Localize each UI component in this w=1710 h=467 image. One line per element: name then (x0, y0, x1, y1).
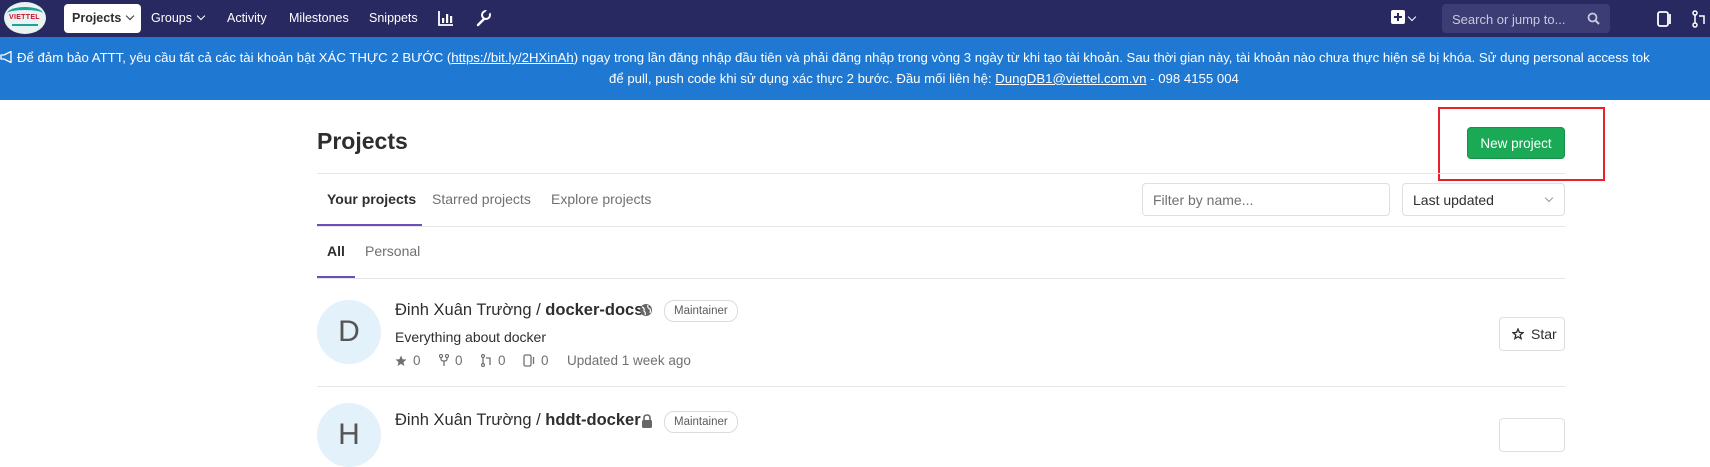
banner-text-2b: - 098 4155 004 (1146, 71, 1239, 86)
plus-square-icon (1391, 10, 1405, 24)
banner-text-2a: để pull, push code khi sử dụng xác thực … (609, 71, 996, 86)
project-avatar[interactable]: H (317, 403, 381, 467)
megaphone-icon (0, 50, 12, 64)
sort-selected-value: Last updated (1413, 192, 1494, 208)
forks-count[interactable]: 0 (438, 353, 463, 368)
banner-email-link[interactable]: DungDB1@viettel.com.vn (995, 71, 1146, 86)
nav-projects-dropdown[interactable]: Projects (64, 4, 142, 33)
wrench-icon[interactable] (474, 8, 492, 28)
top-navbar: VIETTEL Projects Groups Activity Milesto… (0, 0, 1710, 37)
nav-groups-dropdown[interactable]: Groups (151, 4, 206, 33)
banner-line-1: Để đảm bảo ATTT, yêu cầu tất cả các tài … (0, 47, 1650, 68)
project-namespace: Đinh Xuân Trường / (395, 301, 546, 319)
chart-icon[interactable] (437, 8, 455, 28)
lock-icon (642, 414, 652, 428)
star-button-label: Star (1531, 326, 1557, 342)
chevron-down-icon (126, 11, 135, 21)
nav-snippets[interactable]: Snippets (369, 4, 418, 33)
filter-by-name-input[interactable] (1142, 183, 1390, 216)
new-item-dropdown[interactable] (1391, 10, 1419, 28)
project-name: hddt-docker (545, 411, 641, 429)
security-broadcast-banner: Để đảm bảo ATTT, yêu cầu tất cả các tài … (0, 37, 1710, 100)
project-title-link[interactable]: Đinh Xuân Trường / hddt-docker (395, 411, 641, 430)
divider (317, 226, 1565, 227)
tab-explore-projects[interactable]: Explore projects (551, 191, 651, 207)
page-title: Projects (317, 128, 408, 154)
global-search[interactable] (1442, 4, 1610, 35)
role-badge: Maintainer (664, 411, 738, 433)
subtab-all[interactable]: All (327, 243, 345, 259)
project-avatar[interactable]: D (317, 300, 381, 364)
stars-count[interactable]: 0 (395, 353, 421, 368)
issues-icon[interactable] (1657, 11, 1673, 27)
star-outline-icon (1512, 328, 1524, 340)
annotation-highlight-box (1438, 107, 1605, 181)
sort-dropdown[interactable]: Last updated (1402, 183, 1565, 216)
banner-text-1a: Để đảm bảo ATTT, yêu cầu tất cả các tài … (17, 50, 452, 65)
subtab-personal[interactable]: Personal (365, 243, 420, 259)
project-name: docker-docs (545, 301, 644, 319)
nav-groups-label: Groups (151, 11, 192, 25)
search-icon (1587, 12, 1600, 25)
fork-icon (438, 353, 450, 366)
project-namespace: Đinh Xuân Trường / (395, 411, 546, 429)
nav-activity[interactable]: Activity (227, 4, 267, 33)
search-input[interactable] (1450, 4, 1594, 35)
star-icon (395, 355, 407, 366)
issues-count[interactable]: 0 (523, 353, 549, 368)
issues-icon (523, 354, 535, 367)
role-badge: Maintainer (664, 300, 738, 322)
star-button[interactable]: Star (1499, 317, 1565, 351)
divider (317, 173, 1565, 174)
banner-text-1b: ) ngay trong lần đăng nhập đầu tiên và p… (573, 50, 1650, 65)
project-title-link[interactable]: Đinh Xuân Trường / docker-docs (395, 301, 643, 320)
merge-requests-count[interactable]: 0 (480, 353, 506, 368)
merge-request-icon[interactable] (1692, 10, 1708, 28)
project-description: Everything about docker (395, 329, 546, 345)
banner-line-2: để pull, push code khi sử dụng xác thực … (609, 68, 1239, 89)
tab-your-projects[interactable]: Your projects (327, 191, 416, 207)
divider (317, 386, 1565, 387)
tab-starred-projects[interactable]: Starred projects (432, 191, 531, 207)
chevron-down-icon (196, 11, 206, 21)
divider (317, 278, 1565, 279)
banner-2fa-link[interactable]: https://bit.ly/2HXinAh (451, 50, 573, 65)
chevron-down-icon (1407, 12, 1417, 22)
nav-milestones[interactable]: Milestones (289, 4, 349, 33)
viettel-logo[interactable]: VIETTEL (4, 2, 46, 34)
nav-projects-label: Projects (72, 11, 122, 25)
chevron-down-icon (1544, 193, 1554, 203)
updated-timestamp: Updated 1 week ago (567, 353, 691, 368)
globe-icon (640, 304, 652, 316)
star-button[interactable] (1499, 418, 1565, 452)
merge-request-icon (480, 353, 491, 368)
